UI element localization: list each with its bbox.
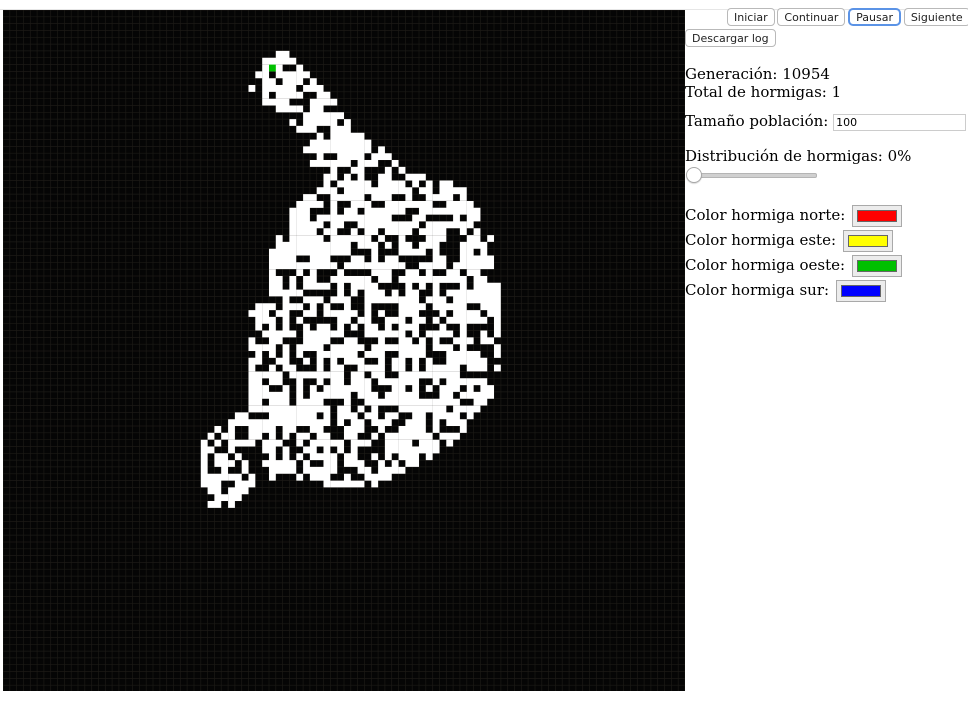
east-color-label: Color hormiga este: <box>685 230 837 249</box>
button-row-2: Descargar log <box>685 29 968 47</box>
west-color-label: Color hormiga oeste: <box>685 255 846 274</box>
pause-button[interactable]: Pausar <box>848 8 902 26</box>
download-log-button[interactable]: Descargar log <box>685 29 776 47</box>
population-input[interactable] <box>833 113 967 131</box>
south-color-picker[interactable] <box>835 279 886 302</box>
north-color-swatch <box>857 209 898 222</box>
grid-svg <box>3 10 685 691</box>
start-button[interactable]: Iniciar <box>727 8 775 26</box>
east-color-swatch <box>847 234 888 247</box>
total-ants-text: Total de hormigas: 1 <box>685 83 842 101</box>
distribution-label: Distribución de hormigas: 0% <box>685 146 912 165</box>
north-color-label: Color hormiga norte: <box>685 205 846 224</box>
continue-button[interactable]: Continuar <box>777 8 846 26</box>
ant-grid-canvas[interactable] <box>3 10 685 691</box>
next-button[interactable]: Siguiente <box>903 8 968 26</box>
color-settings: Color hormiga norte: Color hormiga este:… <box>685 203 968 303</box>
west-color-swatch <box>856 259 897 272</box>
control-panel: Iniciar Continuar Pausar Siguiente Desca… <box>685 8 968 303</box>
color-row-west: Color hormiga oeste: <box>685 253 968 278</box>
button-row: Iniciar Continuar Pausar Siguiente <box>685 8 968 27</box>
color-row-east: Color hormiga este: <box>685 228 968 253</box>
west-color-picker[interactable] <box>851 254 902 277</box>
distribution-slider[interactable] <box>685 166 817 184</box>
population-row: Tamaño población: <box>685 112 968 131</box>
population-label: Tamaño población: <box>685 112 829 130</box>
slider-knob[interactable] <box>686 166 702 183</box>
south-color-swatch <box>840 284 881 297</box>
color-row-south: Color hormiga sur: <box>685 278 968 303</box>
color-row-north: Color hormiga norte: <box>685 203 968 228</box>
generation-text: Generación: 10954 <box>685 65 830 83</box>
ant-marker <box>269 64 276 72</box>
north-color-picker[interactable] <box>852 204 903 227</box>
south-color-label: Color hormiga sur: <box>685 280 830 299</box>
slider-track <box>687 172 817 178</box>
east-color-picker[interactable] <box>842 229 893 252</box>
